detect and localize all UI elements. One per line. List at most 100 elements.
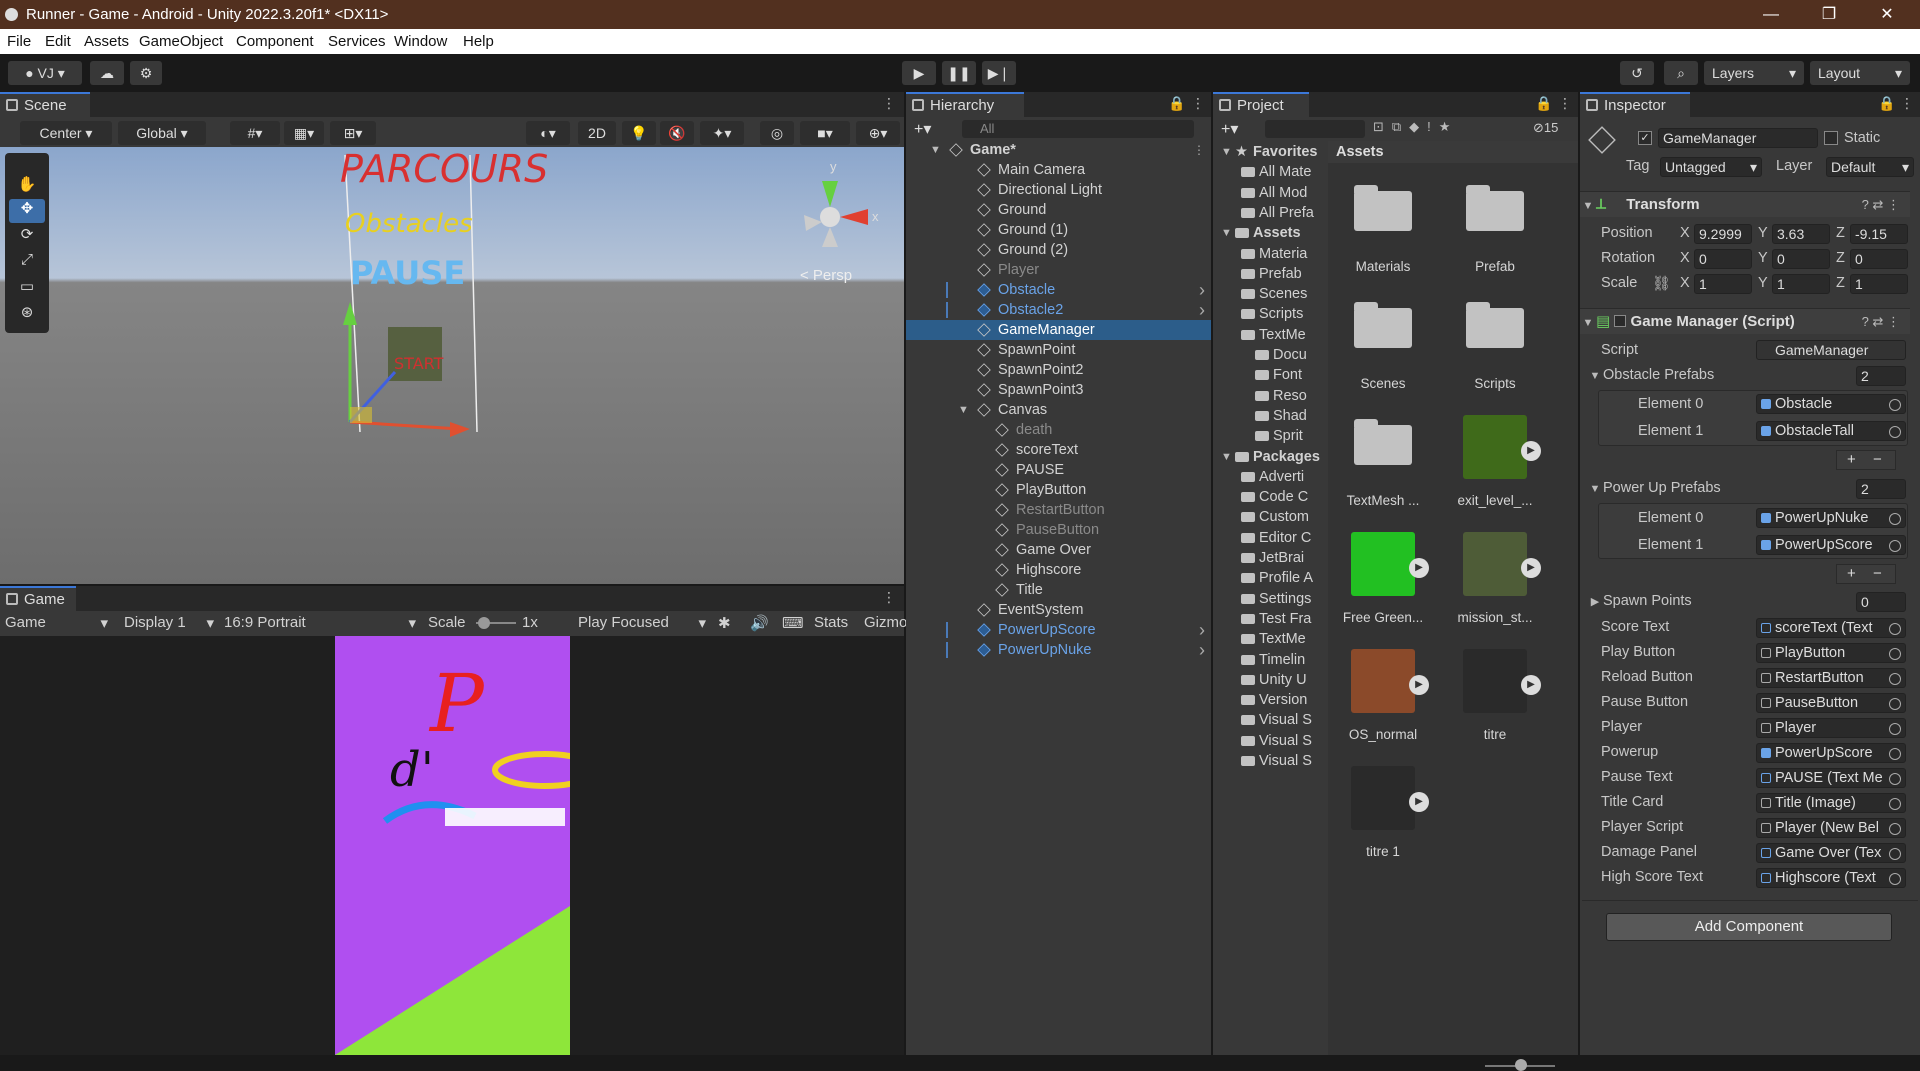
script-enabled-checkbox[interactable] [1614,315,1627,327]
asset-item[interactable]: Materials [1333,181,1433,291]
hierarchy-item[interactable]: Ground (2) [906,240,1211,260]
hierarchy-item[interactable]: RestartButton [906,500,1211,520]
aspect-dropdown[interactable]: 16:9 Portrait ▾ [224,614,418,632]
hierarchy-item[interactable]: ▼ Game* ⋮ [906,140,1211,160]
hierarchy-item[interactable]: SpawnPoint3 [906,380,1211,400]
space-dropdown[interactable]: Global ▾ [118,121,206,145]
script-field-value[interactable]: PlayButton [1756,643,1906,663]
obstacle-element-1-field[interactable]: ObstacleTall [1756,421,1906,441]
project-tree-item[interactable]: TextMe [1213,629,1328,649]
search-icon[interactable]: ⌕ [1664,61,1698,85]
hand-tool-icon[interactable]: ✋ [13,175,41,197]
powerup-prefabs-label[interactable]: ▼ Power Up Prefabs [1587,480,1721,496]
project-search-input[interactable] [1265,120,1365,138]
script-field-value[interactable]: Highscore (Text [1756,868,1906,888]
obstacle-prefabs-label[interactable]: ▼ Obstacle Prefabs [1587,367,1715,383]
script-header[interactable]: ▼ ▤ Game Manager (Script)? ⇄ ⋮ [1580,308,1910,334]
asset-item[interactable]: ▶ Free Green... [1333,532,1433,642]
expand-arrow-icon[interactable]: ▼ [1221,142,1232,162]
hierarchy-item[interactable]: Player [906,260,1211,280]
obstacle-add-button[interactable]: + [1847,451,1856,468]
menu-file[interactable]: File [7,33,31,50]
hierarchy-item[interactable]: Title [906,580,1211,600]
transform-scale-z-field[interactable]: 1 [1850,274,1908,294]
powerup-element-1-field[interactable]: PowerUpScore [1756,535,1906,555]
draw-mode-icon[interactable]: ◐▾ [526,121,570,145]
menu-window[interactable]: Window [394,33,447,50]
game-menu-icon[interactable]: ⋮ [882,589,896,606]
open-prefab-icon[interactable]: › [1199,620,1205,640]
project-tree-item[interactable]: Font [1213,365,1328,385]
open-prefab-icon[interactable]: › [1199,280,1205,300]
close-button[interactable]: ✕ [1858,0,1916,29]
tab-scene[interactable]: Scene [0,92,90,117]
script-field-value[interactable]: RestartButton [1756,668,1906,688]
gizmos-button[interactable]: Gizmo [864,614,907,631]
add-component-button[interactable]: Add Component [1606,913,1892,941]
project-tree-item[interactable]: Sprit [1213,426,1328,446]
increment-snap-icon[interactable]: ⊞▾ [330,121,376,145]
expand-subassets-icon[interactable]: ▶ [1409,675,1429,695]
hierarchy-item[interactable]: Game Over [906,540,1211,560]
spawn-points-label[interactable]: ▶ Spawn Points [1587,593,1692,609]
menu-gameobject[interactable]: GameObject [139,33,223,50]
asset-item[interactable]: ▶ mission_st... [1445,532,1545,642]
project-tree-item[interactable]: Prefab [1213,264,1328,284]
project-tree-item[interactable]: Adverti [1213,467,1328,487]
gizmos-icon[interactable]: ⊕▾ [856,121,900,145]
project-tree-item[interactable]: Test Fra [1213,609,1328,629]
expand-subassets-icon[interactable]: ▶ [1409,558,1429,578]
expand-subassets-icon[interactable]: ▶ [1409,792,1429,812]
expand-subassets-icon[interactable]: ▶ [1521,441,1541,461]
project-add-button[interactable]: +▾ [1221,119,1238,139]
cloud-icon[interactable]: ☁ [90,61,124,85]
hierarchy-item[interactable]: SpawnPoint2 [906,360,1211,380]
static-checkbox[interactable] [1824,131,1838,145]
transform-position-y-field[interactable]: 3.63 [1772,224,1830,244]
expand-subassets-icon[interactable]: ▶ [1521,558,1541,578]
hierarchy-item[interactable]: GameManager [906,320,1211,340]
transform-header[interactable]: ▼ ⟂ Transform? ⇄ ⋮ [1580,191,1910,217]
hierarchy-lock-icon[interactable]: 🔒 [1168,95,1185,112]
script-field-value[interactable]: Title (Image) [1756,793,1906,813]
projection-label[interactable]: < Persp [800,267,852,284]
project-tree-item[interactable]: All Prefa [1213,203,1328,223]
transform-scale-x-field[interactable]: 1 [1694,274,1752,294]
hierarchy-item[interactable]: PauseButton [906,520,1211,540]
grid-snap-icon[interactable]: #▾ [230,121,280,145]
powerup-remove-button[interactable]: − [1873,565,1882,582]
display-dropdown[interactable]: Display 1 ▾ [124,614,216,632]
menu-assets[interactable]: Assets [84,33,129,50]
expand-arrow-icon[interactable]: ▼ [1221,223,1232,243]
transform-scale-y-field[interactable]: 1 [1772,274,1830,294]
project-tree-item[interactable]: JetBrai [1213,548,1328,568]
menu-edit[interactable]: Edit [45,33,71,50]
project-tree-item[interactable]: Visual S [1213,710,1328,730]
hierarchy-menu-icon[interactable]: ⋮ [1191,95,1205,112]
hierarchy-item[interactable]: Main Camera [906,160,1211,180]
account-dropdown[interactable]: ● VJ ▾ [8,61,82,85]
constrain-proportions-icon[interactable]: ⛓ [1652,275,1670,292]
asset-item[interactable]: ▶ titre 1 [1333,766,1433,876]
effects-icon[interactable]: ✦▾ [700,121,744,145]
pause-icon[interactable]: ❚❚ [942,61,976,85]
project-tree-item[interactable]: Scenes [1213,284,1328,304]
asset-item[interactable]: ▶ OS_normal [1333,649,1433,759]
transform-rotation-x-field[interactable]: 0 [1694,249,1752,269]
transform-position-z-field[interactable]: -9.15 [1850,224,1908,244]
script-field-value[interactable]: PAUSE (Text Me [1756,768,1906,788]
mute-audio-icon[interactable]: 🔊 [750,614,769,632]
hierarchy-item[interactable]: Ground [906,200,1211,220]
hierarchy-item[interactable]: Ground (1) [906,220,1211,240]
move-tool-icon[interactable]: ✥ [9,199,45,223]
asset-item[interactable]: Scripts [1445,298,1545,408]
play-icon[interactable]: ▶ [902,61,936,85]
obstacle-element-0-field[interactable]: Obstacle [1756,394,1906,414]
hierarchy-item[interactable]: PAUSE [906,460,1211,480]
inspector-menu-icon[interactable]: ⋮ [1900,95,1914,112]
tab-game[interactable]: Game [0,586,76,611]
open-prefab-icon[interactable]: › [1199,640,1205,660]
asset-item[interactable]: Scenes [1333,298,1433,408]
hierarchy-item[interactable]: Directional Light [906,180,1211,200]
menu-help[interactable]: Help [463,33,494,50]
